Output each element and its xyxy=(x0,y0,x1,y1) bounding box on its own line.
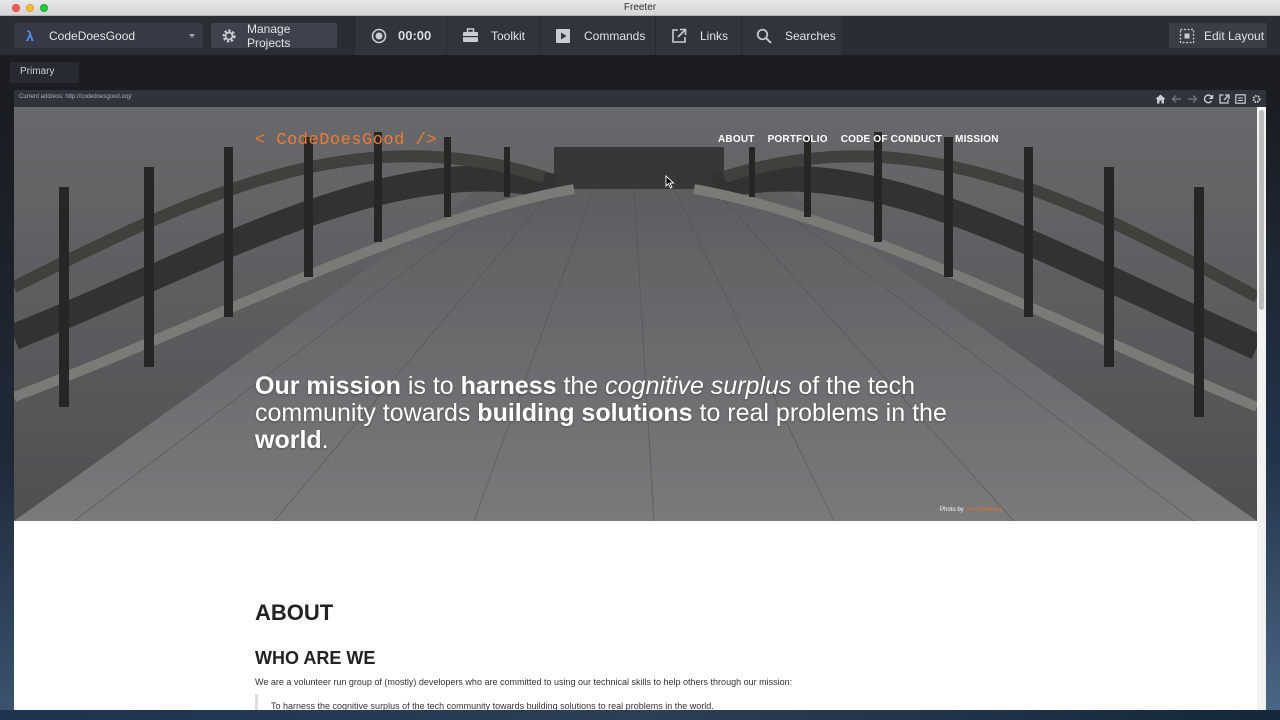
project-name: CodeDoesGood xyxy=(49,28,136,43)
toolbox-icon xyxy=(461,27,479,45)
nav-about[interactable]: ABOUT xyxy=(718,134,755,145)
searches-label: Searches xyxy=(785,28,836,43)
manage-projects-button[interactable]: Manage Projects xyxy=(211,21,337,50)
mission-quote: To harness the cognitive surplus of the … xyxy=(271,701,714,710)
photo-by-label: Photo by xyxy=(940,507,964,513)
site-logo[interactable]: < CodeDoesGood /> xyxy=(255,131,437,150)
play-icon xyxy=(554,27,572,45)
links-button[interactable]: Links xyxy=(655,16,741,55)
timer-value: 00:00 xyxy=(398,28,432,43)
current-address: Current address: http://codedoesgood.org… xyxy=(19,94,132,100)
bridge-photo xyxy=(14,107,1257,521)
gear-icon xyxy=(221,28,237,44)
toolkit-label: Toolkit xyxy=(491,28,526,43)
mission-statement: Our mission is to harness the cognitive … xyxy=(255,373,1015,454)
forward-icon[interactable] xyxy=(1186,93,1198,104)
desktop-background xyxy=(0,88,14,710)
browser-controls xyxy=(1154,93,1262,104)
nav-mission[interactable]: MISSION xyxy=(955,134,999,145)
project-selector[interactable]: λ CodeDoesGood xyxy=(14,23,203,48)
window-titlebar: Freeter xyxy=(0,0,1280,16)
tagline-part: building solutions xyxy=(477,399,693,427)
tagline-part: the xyxy=(556,372,606,400)
back-icon[interactable] xyxy=(1170,93,1182,104)
tab-primary[interactable]: Primary xyxy=(10,62,79,83)
tagline-part: cognitive surplus xyxy=(605,372,792,400)
who-are-we-heading: WHO ARE WE xyxy=(255,648,376,668)
search-icon xyxy=(755,27,773,45)
settings-icon[interactable] xyxy=(1250,93,1262,104)
toolkit-button[interactable]: Toolkit xyxy=(446,16,539,55)
blockquote-bar xyxy=(255,694,258,710)
scrollbar-thumb[interactable] xyxy=(1259,110,1264,310)
app-toolbar: λ CodeDoesGood Manage Projects 00:00 Too… xyxy=(0,16,1280,55)
chevron-down-icon xyxy=(189,34,195,38)
address-bar: Current address: http://codedoesgood.org… xyxy=(14,90,1266,107)
timer-icon xyxy=(370,27,388,45)
open-external-icon[interactable] xyxy=(1218,93,1230,104)
tagline-part: . xyxy=(321,426,329,454)
devtools-icon[interactable] xyxy=(1234,93,1246,104)
photographer-link[interactable]: Jan Sandberg xyxy=(965,507,1002,513)
photo-credit: Photo by Jan Sandberg xyxy=(940,507,1003,513)
external-link-icon xyxy=(670,27,688,45)
reload-icon[interactable] xyxy=(1202,93,1214,104)
intro-paragraph: We are a volunteer run group of (mostly)… xyxy=(255,677,793,687)
links-label: Links xyxy=(700,28,729,43)
edit-layout-label: Edit Layout xyxy=(1204,28,1265,43)
workflow-tabs: Primary xyxy=(0,55,1280,88)
webpage-widget: Current address: http://codedoesgood.org… xyxy=(14,90,1266,710)
commands-label: Commands xyxy=(584,28,646,43)
edit-layout-button[interactable]: Edit Layout xyxy=(1169,23,1267,48)
about-heading: ABOUT xyxy=(255,600,334,625)
searches-button[interactable]: Searches xyxy=(741,16,841,55)
nav-code-of-conduct[interactable]: CODE OF CONDUCT xyxy=(841,134,942,145)
nav-portfolio[interactable]: PORTFOLIO xyxy=(768,134,828,145)
commands-button[interactable]: Commands xyxy=(539,16,655,55)
tagline-part: Our mission xyxy=(255,372,401,400)
tagline-part: to real problems in the xyxy=(692,399,947,427)
manage-projects-label: Manage Projects xyxy=(247,21,291,50)
timer-widget[interactable]: 00:00 xyxy=(354,16,446,55)
tagline-part: harness xyxy=(460,372,557,400)
layout-icon xyxy=(1179,28,1195,44)
hero-section: < CodeDoesGood /> ABOUT PORTFOLIO CODE O… xyxy=(14,107,1257,521)
site-nav: ABOUT PORTFOLIO CODE OF CONDUCT MISSION xyxy=(718,134,999,145)
tagline-part: is to xyxy=(400,372,461,400)
lambda-icon: λ xyxy=(26,27,34,44)
page-scrollbar[interactable] xyxy=(1257,107,1266,710)
home-icon[interactable] xyxy=(1154,93,1166,104)
mouse-cursor-icon xyxy=(665,175,675,189)
window-title: Freeter xyxy=(623,2,657,13)
desktop-background xyxy=(0,710,1280,720)
tagline-part: world xyxy=(255,426,322,454)
desktop-background xyxy=(1266,88,1280,710)
